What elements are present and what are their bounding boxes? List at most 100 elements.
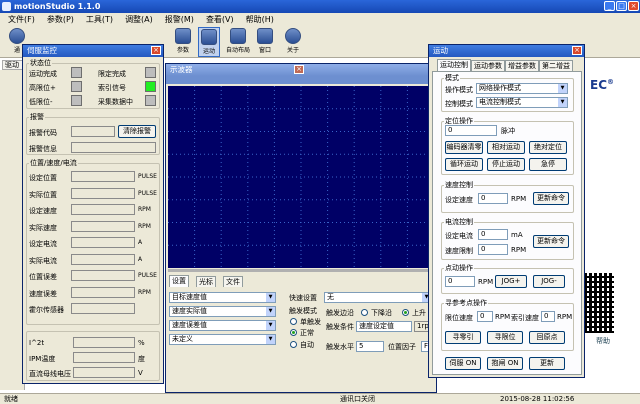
scope-channel-3-select[interactable]: 速度误差值 ▼ — [169, 320, 276, 331]
menu-bar: 文件(F) 参数(P) 工具(T) 调整(A) 报警(M) 查看(V) 帮助(H) — [0, 13, 640, 26]
toolbar-about-button[interactable]: 关于 — [282, 27, 304, 57]
menu-item-4[interactable]: 报警(M) — [165, 13, 194, 26]
condition-select[interactable]: 速度设定值 — [356, 321, 412, 332]
clear-alarm-button[interactable]: 清除报警 — [118, 125, 156, 138]
pos-speed-current-label: 位置/速度/电流 — [29, 158, 78, 168]
jog-plus-button[interactable]: JOG+ — [495, 275, 527, 288]
op-mode-label: 操作模式 — [445, 86, 473, 94]
emergency-stop-button[interactable]: 急停 — [529, 158, 567, 171]
homing-group-label: 寻参考点操作 — [444, 298, 488, 308]
update-button[interactable]: 更新 — [529, 357, 565, 370]
menu-item-6[interactable]: 帮助(H) — [246, 13, 274, 26]
params-icon — [175, 28, 191, 44]
motion-tab-control[interactable]: 运动控制 — [437, 59, 471, 71]
trigger-mode-label: 触发模式 — [289, 307, 317, 315]
motion-tab-params[interactable]: 运动参数 — [471, 60, 505, 71]
monitor-row-value — [71, 220, 135, 232]
motion-icon — [201, 29, 217, 45]
toolbar-window-button[interactable]: 窗口 — [254, 27, 276, 57]
close-icon[interactable]: × — [628, 1, 639, 11]
status-datetime: 2015-08-28 11:02:56 — [500, 395, 575, 403]
motion-tab-second-gain[interactable]: 第二增益 — [539, 60, 573, 71]
app-icon — [2, 2, 11, 11]
monitor-row-unit: RPM — [138, 206, 151, 213]
go-home-button[interactable]: 回原点 — [529, 331, 565, 344]
menu-item-1[interactable]: 参数(P) — [47, 13, 74, 26]
absolute-move-button[interactable]: 绝对定位 — [529, 141, 567, 154]
window-icon — [257, 28, 273, 44]
scope-tab-settings[interactable]: 设置 — [169, 275, 189, 287]
status-high-limit-label: 高限位+ — [29, 84, 56, 92]
trigger-auto-radio[interactable] — [290, 341, 297, 348]
scope-channel-2-select[interactable]: 速度实际值 ▼ — [169, 306, 276, 317]
menu-item-2[interactable]: 工具(T) — [86, 13, 113, 26]
scope-channel-1-select[interactable]: 目标速度值 ▼ — [169, 292, 276, 303]
status-motion-done-indicator — [71, 67, 82, 78]
toolbar-motion-button[interactable]: 运动 — [198, 27, 220, 57]
trigger-normal-radio[interactable] — [290, 329, 297, 336]
status-limit-done-indicator — [145, 67, 156, 78]
level-label: 触发水平 — [326, 343, 354, 351]
current-set-input[interactable]: 0 — [478, 229, 508, 240]
minimize-icon[interactable]: _ — [604, 1, 615, 11]
level-input[interactable]: 5 — [356, 341, 384, 352]
jog-minus-button[interactable]: JOG- — [533, 275, 565, 288]
monitor-row-label: 位置误差 — [29, 273, 57, 281]
menu-item-0[interactable]: 文件(F) — [8, 13, 35, 26]
alarm-group-label: 报警 — [29, 112, 45, 122]
edge-falling-radio[interactable] — [361, 309, 368, 316]
toolbar-params-button[interactable]: 参数 — [172, 27, 194, 57]
alarm-code-label: 报警代码 — [29, 129, 57, 137]
scope-close-icon[interactable]: × — [294, 65, 304, 74]
scope-tab-cursor[interactable]: 光标 — [196, 276, 216, 287]
speed-limit-input[interactable]: 0 — [478, 244, 508, 255]
jog-group-label: 点动操作 — [444, 263, 474, 273]
monitor-row-value — [71, 237, 135, 248]
scope-plot[interactable] — [168, 86, 434, 268]
app-title-bar: motionStudio 1.1.0 — [0, 0, 640, 13]
motion-close-icon[interactable]: × — [572, 46, 582, 55]
edge-rising-radio[interactable] — [402, 309, 409, 316]
status-index-label: 索引信号 — [98, 84, 126, 92]
homing-limit-input[interactable]: 0 — [477, 311, 493, 322]
monitor-bottom-label: I^2t — [29, 339, 45, 347]
servo-monitor-window: 伺服监控 × 状态位 运动完成 限定完成 高限位+ 索引信号 低限位- 采集数据… — [22, 44, 164, 384]
jog-speed-input[interactable]: 0 — [445, 276, 475, 287]
motion-tab-gain[interactable]: 增益参数 — [505, 60, 539, 71]
trigger-single-radio[interactable] — [290, 318, 297, 325]
qr-code-image — [584, 273, 614, 333]
current-update-button[interactable]: 更新命令 — [533, 235, 569, 248]
position-target-input[interactable]: 0 — [445, 125, 497, 136]
status-limit-done-label: 限定完成 — [98, 70, 126, 78]
menu-item-5[interactable]: 查看(V) — [206, 13, 234, 26]
monitor-row-value — [71, 204, 135, 215]
scope-scrollbar[interactable] — [168, 269, 434, 272]
servo-on-button[interactable]: 伺服 ON — [445, 357, 481, 370]
encoder-reset-button[interactable]: 编码器清零 — [445, 141, 483, 154]
monitor-row-value — [71, 270, 135, 281]
brake-on-button[interactable]: 抱闸 ON — [487, 357, 523, 370]
speed-control-label: 速度控制 — [444, 180, 474, 190]
maximize-icon[interactable]: □ — [616, 1, 627, 11]
scope-channel-4-select[interactable]: 未定义 ▼ — [169, 334, 276, 345]
homing-index-input[interactable]: 0 — [541, 311, 555, 322]
stop-move-button[interactable]: 停止运动 — [487, 158, 525, 171]
monitor-row-label: 实际位置 — [29, 190, 57, 199]
find-limit-button[interactable]: 寻限位 — [487, 331, 523, 344]
relative-move-button[interactable]: 相对运动 — [487, 141, 525, 154]
speed-update-button[interactable]: 更新命令 — [533, 192, 569, 205]
ctrl-mode-select[interactable]: 电流控制模式 ▼ — [476, 97, 568, 108]
monitor-row-unit: A — [138, 239, 143, 246]
find-index-button[interactable]: 寻零引 — [445, 331, 481, 344]
menu-item-3[interactable]: 调整(A) — [125, 13, 153, 26]
status-bar: 就绪 通讯口关闭 2015-08-28 11:02:56 — [0, 393, 640, 404]
current-set-label: 设定电流 — [445, 232, 473, 240]
speed-set-input[interactable]: 0 — [478, 193, 508, 204]
monitor-close-icon[interactable]: × — [151, 46, 161, 55]
toolbar-autolayout-button[interactable]: 自动布局 — [224, 27, 252, 57]
quick-settings-select[interactable]: 无 ▼ — [324, 292, 432, 303]
op-mode-select[interactable]: 网络操作模式 ▼ — [476, 83, 568, 94]
scope-tab-file[interactable]: 文件 — [223, 276, 243, 287]
monitor-title-bar: 伺服监控 × — [23, 45, 163, 57]
cycle-move-button[interactable]: 循环运动 — [445, 158, 483, 171]
